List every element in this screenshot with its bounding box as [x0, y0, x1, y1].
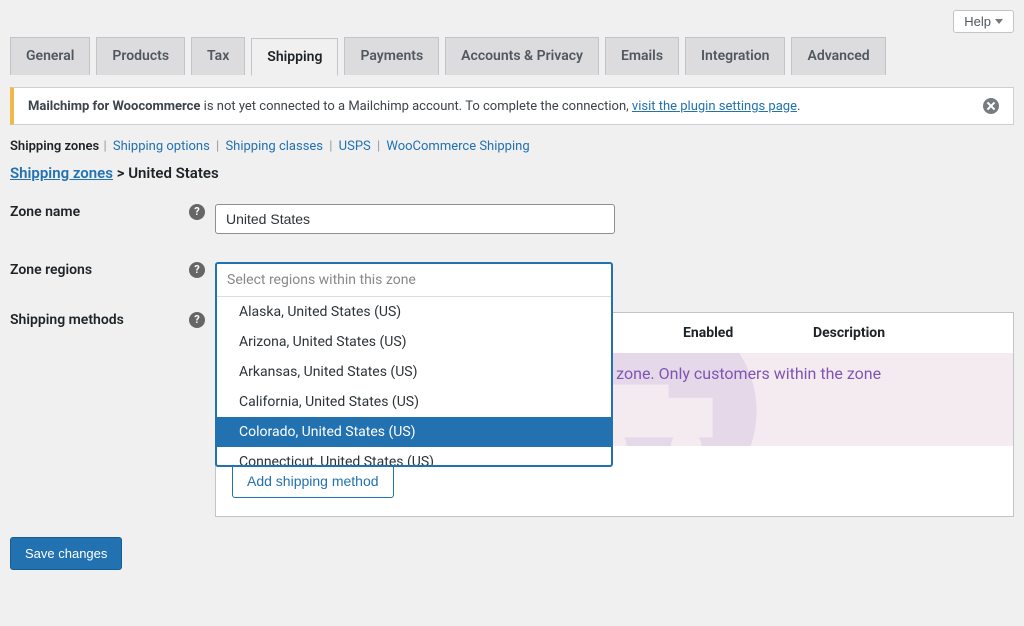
region-option[interactable]: Arizona, United States (US) [217, 327, 611, 357]
methods-empty-text: this zone. Only customers within the zon… [586, 363, 1013, 385]
subnav-wc-shipping[interactable]: WooCommerce Shipping [386, 139, 529, 154]
tab-emails[interactable]: Emails [605, 37, 679, 75]
chevron-down-icon [995, 19, 1003, 24]
subnav: Shipping zones | Shipping options | Ship… [10, 139, 1014, 154]
notice-prefix: Mailchimp for Woocommerce [28, 99, 200, 114]
zone-regions-placeholder: Select regions within this zone [217, 264, 611, 296]
notice-text: Mailchimp for Woocommerce is not yet con… [28, 99, 800, 114]
help-tip-icon[interactable]: ? [189, 262, 205, 278]
breadcrumb: Shipping zones > United States [10, 164, 1014, 182]
tab-payments[interactable]: Payments [344, 37, 439, 75]
region-option[interactable]: Connecticut, United States (US) [217, 447, 611, 465]
nav-tabs: General Products Tax Shipping Payments A… [10, 37, 1014, 75]
separator: | [329, 139, 335, 154]
tab-accounts-privacy[interactable]: Accounts & Privacy [445, 37, 599, 75]
subnav-shipping-classes[interactable]: Shipping classes [225, 139, 323, 154]
subnav-shipping-options[interactable]: Shipping options [113, 139, 210, 154]
row-zone-name: Zone name ? [10, 204, 1014, 234]
subnav-shipping-zones[interactable]: Shipping zones [10, 139, 99, 154]
col-enabled: Enabled [683, 325, 813, 341]
tab-integration[interactable]: Integration [685, 37, 785, 75]
tab-general[interactable]: General [10, 37, 90, 75]
zone-name-label: Zone name [10, 204, 80, 220]
region-option[interactable]: Alaska, United States (US) [217, 297, 611, 327]
zone-regions-select[interactable]: Select regions within this zone Alaska, … [215, 262, 613, 467]
zone-regions-results: Alaska, United States (US) Arizona, Unit… [217, 296, 611, 465]
tab-tax[interactable]: Tax [191, 37, 245, 75]
save-changes-button[interactable]: Save changes [10, 537, 122, 570]
separator: | [103, 139, 109, 154]
tab-products[interactable]: Products [96, 37, 185, 75]
tab-shipping[interactable]: Shipping [251, 38, 338, 76]
close-icon[interactable] [983, 98, 999, 114]
help-button[interactable]: Help [953, 10, 1014, 33]
breadcrumb-parent[interactable]: Shipping zones [10, 164, 113, 182]
breadcrumb-sep: > [113, 164, 128, 182]
region-option[interactable]: Colorado, United States (US) [217, 417, 611, 447]
col-description: Description [813, 325, 1013, 341]
shipping-methods-label: Shipping methods [10, 312, 124, 328]
notice: Mailchimp for Woocommerce is not yet con… [10, 87, 1014, 125]
help-tip-icon[interactable]: ? [189, 312, 205, 328]
notice-link[interactable]: visit the plugin settings page [632, 99, 797, 114]
notice-middle: is not yet connected to a Mailchimp acco… [200, 99, 631, 114]
help-label: Help [964, 14, 991, 29]
breadcrumb-current: United States [128, 164, 218, 182]
separator: | [377, 139, 383, 154]
add-shipping-method-button[interactable]: Add shipping method [232, 464, 394, 498]
region-option[interactable]: Arkansas, United States (US) [217, 357, 611, 387]
tab-advanced[interactable]: Advanced [791, 37, 885, 75]
region-option[interactable]: California, United States (US) [217, 387, 611, 417]
separator: | [216, 139, 222, 154]
zone-regions-label: Zone regions [10, 262, 92, 278]
help-tip-icon[interactable]: ? [189, 204, 205, 220]
notice-suffix: . [797, 99, 800, 114]
subnav-usps[interactable]: USPS [339, 139, 371, 154]
zone-name-input[interactable] [215, 204, 615, 234]
